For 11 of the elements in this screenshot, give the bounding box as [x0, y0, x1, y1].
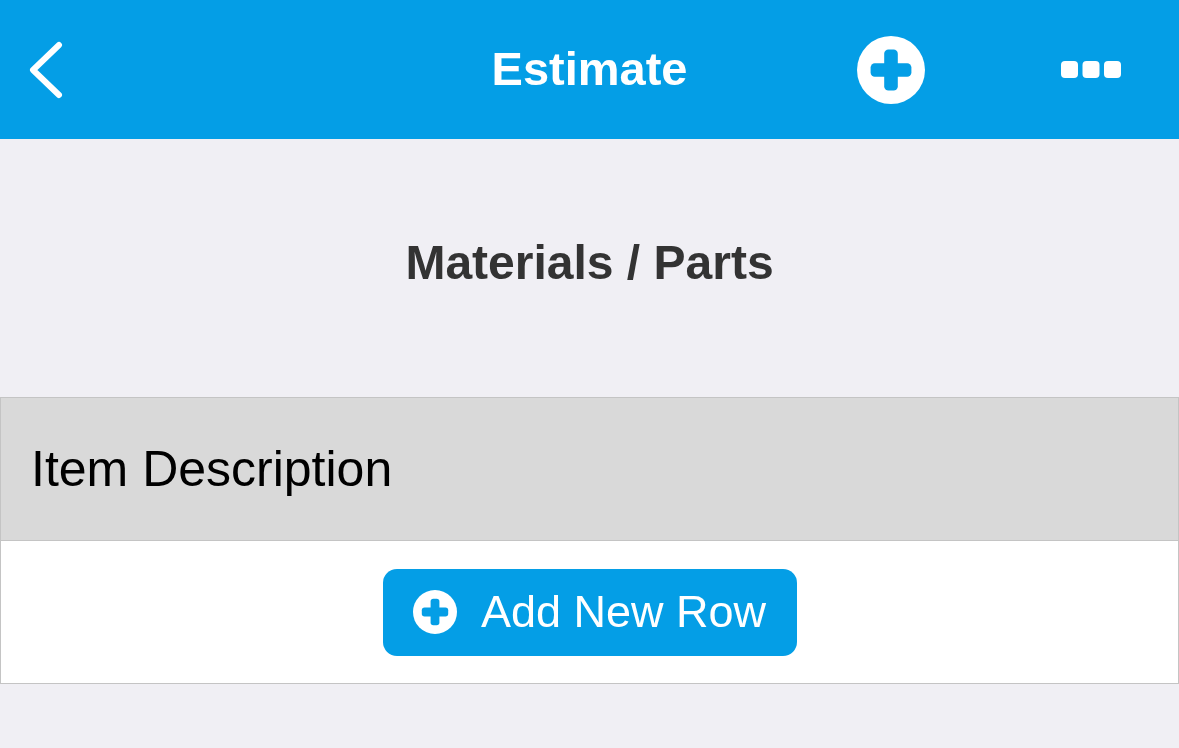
more-icon: [1061, 61, 1121, 78]
add-row-button[interactable]: Add New Row: [382, 568, 797, 656]
plus-circle-icon: [412, 590, 457, 634]
section-title: Materials / Parts: [405, 234, 774, 290]
chevron-left-icon: [28, 40, 64, 99]
screen-title: Estimate: [491, 41, 688, 96]
more-button[interactable]: [1061, 61, 1121, 78]
column-header: Item Description: [31, 440, 393, 498]
plus-circle-icon: [857, 35, 925, 104]
add-button[interactable]: [857, 35, 925, 104]
back-button[interactable]: [28, 40, 64, 99]
